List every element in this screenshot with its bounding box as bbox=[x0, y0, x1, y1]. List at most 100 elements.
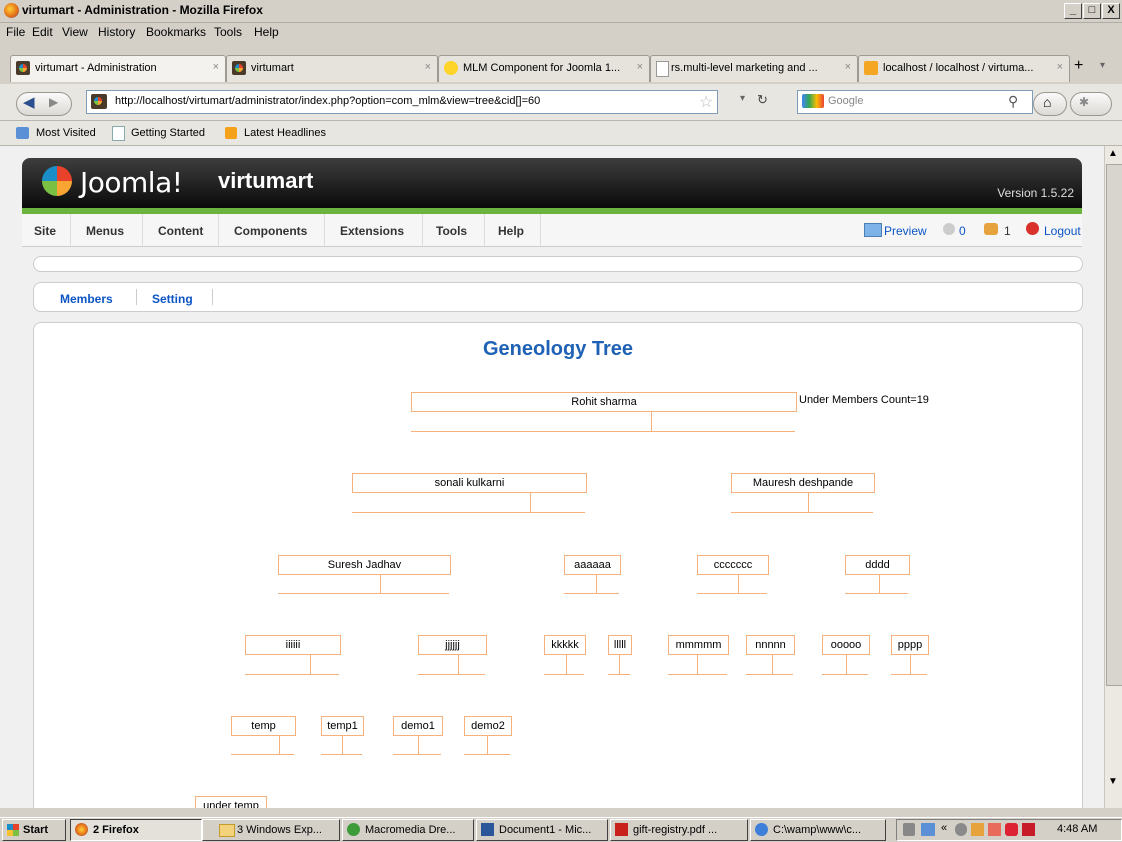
menu-tools[interactable]: Tools bbox=[436, 224, 467, 238]
scroll-down-icon[interactable]: ▼ bbox=[1108, 776, 1118, 787]
menu-view[interactable]: View bbox=[62, 25, 88, 39]
tab-setting[interactable]: Setting bbox=[152, 292, 193, 306]
tree-node-temp1[interactable]: temp1 bbox=[321, 716, 364, 736]
menu-file[interactable]: File bbox=[6, 25, 25, 39]
tree-node-demo1[interactable]: demo1 bbox=[393, 716, 443, 736]
tray-icon[interactable] bbox=[903, 823, 915, 836]
close-window-button[interactable]: X bbox=[1102, 3, 1120, 19]
address-bar[interactable]: http://localhost/virtumart/administrator… bbox=[86, 90, 718, 114]
logout-link[interactable]: Logout bbox=[1044, 224, 1081, 238]
tab-mlm-component[interactable]: MLM Component for Joomla 1... × bbox=[438, 55, 650, 82]
tree-node-ccccccc[interactable]: ccccccc bbox=[697, 555, 769, 575]
tree-node-mmmmm[interactable]: mmmmm bbox=[668, 635, 729, 655]
joomla-logo-text: Joomla! bbox=[80, 166, 183, 199]
tree-node-under-temp[interactable]: under temp bbox=[195, 796, 267, 808]
vertical-scrollbar[interactable]: ▲ ▼ bbox=[1104, 146, 1122, 808]
bookmark-star-icon[interactable]: ☆ bbox=[699, 92, 713, 112]
tree-node-suresh-jadhav[interactable]: Suresh Jadhav bbox=[278, 555, 451, 575]
minimize-button[interactable]: _ bbox=[1064, 3, 1082, 19]
addon-button[interactable]: ✱ bbox=[1070, 92, 1112, 116]
tab-list-icon[interactable]: ▾ bbox=[1100, 60, 1105, 71]
menu-components[interactable]: Components bbox=[234, 224, 307, 238]
tray-icon[interactable] bbox=[921, 823, 935, 836]
close-tab-icon[interactable]: × bbox=[637, 61, 643, 73]
maximize-button[interactable]: □ bbox=[1083, 3, 1101, 19]
tree-node-kkkkk[interactable]: kkkkk bbox=[544, 635, 586, 655]
tree-node-jjjjjj[interactable]: jjjjjj bbox=[418, 635, 487, 655]
taskbar-pdf[interactable]: gift-registry.pdf ... bbox=[610, 819, 748, 841]
tree-node-mauresh-deshpande[interactable]: Mauresh deshpande bbox=[731, 473, 875, 493]
tray-icon[interactable] bbox=[955, 823, 967, 836]
bookmark-getting-started[interactable]: Getting Started bbox=[131, 127, 205, 139]
tree-node-ooooo[interactable]: ooooo bbox=[822, 635, 870, 655]
google-icon[interactable] bbox=[802, 94, 824, 108]
tree-node-root[interactable]: Rohit sharma bbox=[411, 392, 797, 412]
tree-node-iiiiii[interactable]: iiiiii bbox=[245, 635, 341, 655]
taskbar-windows-explorer[interactable]: 3 Windows Exp... bbox=[202, 819, 340, 841]
tab-rs-mlm[interactable]: rs.multi-level marketing and ... × bbox=[650, 55, 858, 82]
menu-content[interactable]: Content bbox=[158, 224, 203, 238]
tray-icon[interactable] bbox=[988, 823, 1001, 836]
site-favicon bbox=[91, 94, 107, 109]
menu-history[interactable]: History bbox=[98, 25, 135, 39]
tree-node-demo2[interactable]: demo2 bbox=[464, 716, 512, 736]
start-button[interactable]: Start bbox=[2, 819, 66, 841]
connector bbox=[564, 593, 619, 594]
search-icon[interactable]: ⚲ bbox=[1008, 93, 1018, 110]
menu-menus[interactable]: Menus bbox=[86, 224, 124, 238]
tray-icon[interactable] bbox=[1005, 823, 1018, 836]
search-input[interactable]: Google ⚲ bbox=[797, 90, 1033, 114]
tree-node-pppp[interactable]: pppp bbox=[891, 635, 929, 655]
menu-site[interactable]: Site bbox=[34, 224, 56, 238]
tab-phpmyadmin[interactable]: localhost / localhost / virtuma... × bbox=[858, 55, 1070, 82]
reload-icon[interactable]: ↻ bbox=[757, 92, 768, 108]
bookmark-most-visited[interactable]: Most Visited bbox=[36, 127, 96, 139]
back-icon[interactable]: ◀ bbox=[23, 93, 35, 111]
page-icon bbox=[656, 61, 669, 77]
tray-expand-icon[interactable]: « bbox=[941, 822, 947, 834]
menu-help[interactable]: Help bbox=[498, 224, 524, 238]
tree-node-nnnnn[interactable]: nnnnn bbox=[746, 635, 795, 655]
scroll-thumb[interactable] bbox=[1106, 164, 1122, 686]
menu-tools[interactable]: Tools bbox=[214, 25, 242, 39]
connector bbox=[697, 655, 698, 675]
tree-node-dddd[interactable]: dddd bbox=[845, 555, 910, 575]
scroll-up-icon[interactable]: ▲ bbox=[1108, 148, 1118, 159]
word-icon bbox=[481, 823, 494, 836]
messages-count[interactable]: 0 bbox=[959, 224, 966, 238]
connector bbox=[530, 493, 531, 513]
connector bbox=[245, 674, 339, 675]
tree-node-lllll[interactable]: lllll bbox=[608, 635, 632, 655]
close-tab-icon[interactable]: × bbox=[213, 61, 219, 73]
taskbar-word[interactable]: Document1 - Mic... bbox=[476, 819, 608, 841]
close-tab-icon[interactable]: × bbox=[425, 61, 431, 73]
tree-node-sonali-kulkarni[interactable]: sonali kulkarni bbox=[352, 473, 587, 493]
tray-icon[interactable] bbox=[1022, 823, 1035, 836]
taskbar-label: C:\wamp\www\c... bbox=[773, 824, 862, 836]
forward-icon[interactable]: ▶ bbox=[49, 95, 58, 109]
tree-node-aaaaaa[interactable]: aaaaaa bbox=[564, 555, 621, 575]
tab-members[interactable]: Members bbox=[60, 292, 113, 306]
bookmark-latest-headlines[interactable]: Latest Headlines bbox=[244, 127, 326, 139]
menu-edit[interactable]: Edit bbox=[32, 25, 53, 39]
users-count[interactable]: 1 bbox=[1004, 224, 1011, 238]
preview-link[interactable]: Preview bbox=[884, 224, 927, 238]
tab-virtumart-admin[interactable]: virtumart - Administration × bbox=[10, 55, 226, 82]
taskbar-dreamweaver[interactable]: Macromedia Dre... bbox=[342, 819, 474, 841]
close-tab-icon[interactable]: × bbox=[845, 61, 851, 73]
taskbar-ie-wamp[interactable]: C:\wamp\www\c... bbox=[750, 819, 886, 841]
tree-node-temp[interactable]: temp bbox=[231, 716, 296, 736]
tab-virtumart[interactable]: virtumart × bbox=[226, 55, 438, 82]
tray-icon[interactable] bbox=[971, 823, 984, 836]
tab-label: rs.multi-level marketing and ... bbox=[671, 62, 818, 74]
home-button[interactable]: ⌂ bbox=[1033, 92, 1067, 116]
taskbar-label: Macromedia Dre... bbox=[365, 824, 456, 836]
menu-bookmarks[interactable]: Bookmarks bbox=[146, 25, 206, 39]
new-tab-icon[interactable]: + bbox=[1074, 57, 1083, 75]
menu-help[interactable]: Help bbox=[254, 25, 279, 39]
taskbar-firefox[interactable]: 2 Firefox bbox=[70, 819, 202, 841]
back-forward-buttons[interactable]: ◀ ▶ bbox=[16, 92, 72, 116]
close-tab-icon[interactable]: × bbox=[1057, 61, 1063, 73]
menu-extensions[interactable]: Extensions bbox=[340, 224, 404, 238]
url-dropdown-icon[interactable]: ▾ bbox=[740, 93, 745, 104]
